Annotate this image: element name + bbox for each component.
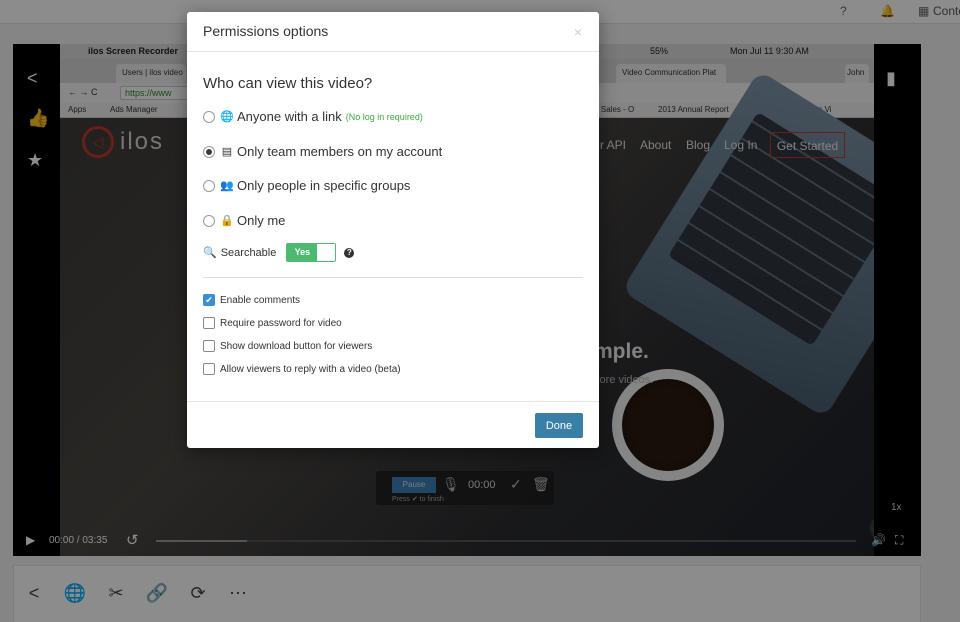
download-button-row[interactable]: Show download button for viewers <box>203 340 372 352</box>
radio-button[interactable] <box>203 179 215 192</box>
radio-button[interactable] <box>203 214 215 227</box>
option-label: Only me <box>237 213 286 228</box>
option-specific-groups[interactable]: 👥 Only people in specific groups <box>203 178 410 193</box>
modal-header: Permissions options <box>187 12 599 52</box>
option-hint: (No log in required) <box>345 111 423 122</box>
help-icon[interactable]: ? <box>344 247 355 258</box>
searchable-toggle[interactable]: Yes <box>286 243 337 262</box>
checkbox[interactable] <box>203 363 215 375</box>
toggle-value: Yes <box>287 244 318 261</box>
option-label: Only people in specific groups <box>237 178 411 193</box>
done-button[interactable]: Done <box>535 413 583 438</box>
globe-icon: 🌐 <box>220 111 234 123</box>
radio-button[interactable] <box>203 145 215 158</box>
lock-icon: 🔒 <box>220 215 234 227</box>
option-anyone-with-link[interactable]: 🌐 Anyone with a link (No log in required… <box>203 109 423 124</box>
checkbox-label: Show download button for viewers <box>220 340 373 352</box>
permissions-modal: Permissions options × Who can view this … <box>187 12 599 448</box>
option-only-me[interactable]: 🔒 Only me <box>203 213 285 228</box>
checkbox-label: Allow viewers to reply with a video (bet… <box>220 363 401 375</box>
close-icon[interactable]: × <box>574 24 582 40</box>
checkbox[interactable] <box>203 340 215 352</box>
enable-comments-row[interactable]: ✔ Enable comments <box>203 294 300 306</box>
searchable-row: 🔍 Searchable Yes ? <box>203 243 355 262</box>
option-team-members[interactable]: ▤ Only team members on my account <box>203 144 442 159</box>
searchable-label: Searchable <box>220 246 277 259</box>
checkbox[interactable] <box>203 317 215 329</box>
visibility-question: Who can view this video? <box>203 75 373 92</box>
search-icon: 🔍 <box>203 247 217 259</box>
radio-button[interactable] <box>203 110 215 123</box>
modal-title: Permissions options <box>203 23 329 39</box>
users-icon: 👥 <box>220 180 234 192</box>
require-password-row[interactable]: Require password for video <box>203 317 342 329</box>
building-icon: ▤ <box>221 146 233 158</box>
video-reply-row[interactable]: Allow viewers to reply with a video (bet… <box>203 363 401 375</box>
modal-footer: Done <box>187 401 599 448</box>
option-label: Only team members on my account <box>237 144 443 159</box>
checkbox-label: Enable comments <box>220 294 301 306</box>
checkbox[interactable]: ✔ <box>203 294 215 306</box>
checkbox-label: Require password for video <box>220 317 342 329</box>
divider <box>203 277 583 278</box>
option-label: Anyone with a link <box>237 109 342 124</box>
